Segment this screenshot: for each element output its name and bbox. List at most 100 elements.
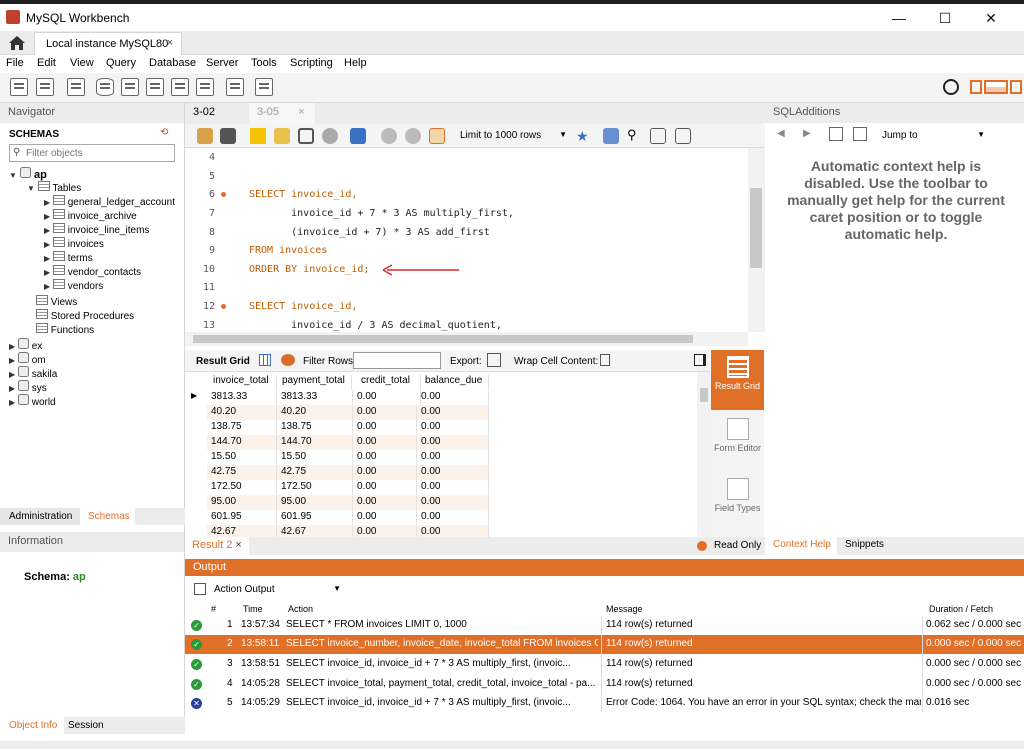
cell[interactable]: 144.70: [207, 436, 277, 451]
execute-current-icon[interactable]: [274, 128, 290, 144]
refresh-schemas-icon[interactable]: ⟲: [160, 127, 168, 138]
tab-object-info[interactable]: Object Info: [0, 717, 64, 734]
commit-icon[interactable]: [381, 128, 397, 144]
tab-3-05[interactable]: 3-05 ×: [249, 103, 315, 124]
expand-icon[interactable]: ▼: [9, 171, 17, 180]
rollback-icon[interactable]: [405, 128, 421, 144]
reconnect-icon[interactable]: [255, 78, 273, 96]
toggle-panel-icon[interactable]: [694, 354, 706, 366]
jump-to-select[interactable]: Jump to ▼: [877, 127, 987, 144]
result-grid-side-button[interactable]: Result Grid: [711, 350, 764, 410]
minimize-button[interactable]: —: [876, 6, 922, 30]
cell[interactable]: 0.00: [353, 406, 417, 421]
tree-tables[interactable]: ▼ Tables: [27, 181, 81, 194]
scroll-thumb[interactable]: [193, 335, 693, 343]
open-folder-icon[interactable]: [197, 128, 213, 144]
tab-close-icon[interactable]: ×: [167, 37, 173, 49]
toggle-continue-icon[interactable]: [350, 128, 366, 144]
table-row[interactable]: 144.70 144.70 0.00 0.00: [207, 435, 489, 451]
cell[interactable]: 40.20: [207, 406, 277, 421]
tree-table-item[interactable]: ▶ general_ledger_account: [44, 195, 175, 208]
create-procedure-icon[interactable]: [171, 78, 189, 96]
cell[interactable]: 3813.33: [207, 391, 277, 406]
toggle-sidebar-icon[interactable]: [970, 80, 982, 94]
cell[interactable]: 0.00: [353, 436, 417, 451]
cell[interactable]: 0.00: [353, 511, 417, 526]
close-button[interactable]: ✕: [968, 6, 1014, 30]
column-header[interactable]: invoice_total: [209, 375, 277, 390]
cell[interactable]: 42.75: [207, 466, 277, 481]
cell[interactable]: 0.00: [353, 481, 417, 496]
create-table-icon[interactable]: [121, 78, 139, 96]
schema-item[interactable]: ▶ sakila: [9, 366, 57, 380]
cell[interactable]: 3813.33: [277, 391, 353, 406]
toggle-output-icon[interactable]: [984, 80, 1008, 94]
limit-rows-select[interactable]: Limit to 1000 rows ▼: [457, 127, 567, 144]
menu-file[interactable]: File: [6, 57, 24, 69]
menu-tools[interactable]: Tools: [251, 57, 277, 69]
tab-schemas[interactable]: Schemas: [80, 508, 135, 525]
cell[interactable]: 0.00: [417, 421, 489, 436]
tree-views[interactable]: Views: [36, 295, 77, 308]
output-row[interactable]: ✓ 3 13:58:51 SELECT invoice_id, invoice_…: [185, 655, 1024, 674]
editor-horizontal-scrollbar[interactable]: [185, 332, 748, 346]
column-header[interactable]: credit_total: [357, 375, 421, 390]
filter-objects-field[interactable]: ⚲: [9, 144, 175, 162]
tree-table-item[interactable]: ▶ invoices: [44, 237, 104, 250]
menu-edit[interactable]: Edit: [37, 57, 56, 69]
cell[interactable]: 0.00: [417, 451, 489, 466]
home-icon[interactable]: [8, 34, 26, 52]
forward-icon[interactable]: ▶: [803, 128, 811, 139]
cell[interactable]: 0.00: [417, 511, 489, 526]
schema-item[interactable]: ▶ om: [9, 352, 46, 366]
find-icon[interactable]: ⚲: [627, 127, 637, 143]
inspector-icon[interactable]: [67, 78, 85, 96]
output-row[interactable]: ✓ 4 14:05:28 SELECT invoice_total, payme…: [185, 675, 1024, 694]
menu-database[interactable]: Database: [149, 57, 196, 69]
cell[interactable]: 144.70: [277, 436, 353, 451]
open-sql-script-icon[interactable]: [36, 78, 54, 96]
maximize-button[interactable]: ☐: [922, 6, 968, 30]
cell[interactable]: 0.00: [353, 466, 417, 481]
cell[interactable]: 138.75: [277, 421, 353, 436]
cell[interactable]: 0.00: [353, 451, 417, 466]
auto-help-icon[interactable]: [853, 127, 867, 141]
tab-close-icon[interactable]: ×: [298, 106, 304, 118]
table-row[interactable]: 42.75 42.75 0.00 0.00: [207, 465, 489, 481]
save-icon[interactable]: [220, 128, 236, 144]
table-row[interactable]: 15.50 15.50 0.00 0.00: [207, 450, 489, 466]
tree-table-item[interactable]: ▶ invoice_line_items: [44, 223, 149, 236]
table-row[interactable]: 172.50 172.50 0.00 0.00: [207, 480, 489, 496]
cell[interactable]: 172.50: [207, 481, 277, 496]
tree-table-item[interactable]: ▶ invoice_archive: [44, 209, 137, 222]
editor-vertical-scrollbar[interactable]: [748, 148, 765, 332]
schema-item[interactable]: ▶ sys: [9, 380, 47, 394]
schema-item[interactable]: ▶ ex: [9, 338, 42, 352]
field-types-side-button[interactable]: Field Types: [711, 474, 764, 534]
bookmark-icon[interactable]: ★: [576, 128, 589, 145]
filter-objects-input[interactable]: [26, 146, 171, 160]
output-row[interactable]: ✓ 2 13:58:11 SELECT invoice_number, invo…: [185, 635, 1024, 654]
form-editor-side-button[interactable]: Form Editor: [711, 414, 764, 470]
filter-rows-input[interactable]: [353, 352, 441, 369]
tab-close-icon[interactable]: ×: [235, 539, 241, 551]
preferences-icon[interactable]: [943, 79, 959, 95]
cell[interactable]: 95.00: [277, 496, 353, 511]
column-header[interactable]: payment_total: [278, 375, 352, 390]
table-row[interactable]: 601.95 601.95 0.00 0.00: [207, 510, 489, 526]
copy-icon[interactable]: [194, 583, 206, 595]
table-row[interactable]: 138.75 138.75 0.00 0.00: [207, 420, 489, 436]
tab-administration[interactable]: Administration: [0, 508, 80, 525]
manual-help-icon[interactable]: [829, 127, 843, 141]
grid-vertical-scrollbar[interactable]: [697, 372, 711, 538]
cell[interactable]: 15.50: [207, 451, 277, 466]
invisible-chars-icon[interactable]: [650, 128, 666, 144]
menu-query[interactable]: Query: [106, 57, 136, 69]
cell[interactable]: 15.50: [277, 451, 353, 466]
new-sql-tab-icon[interactable]: [10, 78, 28, 96]
cell[interactable]: 0.00: [417, 496, 489, 511]
sql-editor[interactable]: 4 5 6 7 8 9 10 11 12 13 SELECT invoice_i…: [185, 148, 765, 342]
tree-stored-procedures[interactable]: Stored Procedures: [36, 309, 134, 322]
schema-ap[interactable]: ▼ ap: [9, 167, 47, 181]
create-view-icon[interactable]: [146, 78, 164, 96]
